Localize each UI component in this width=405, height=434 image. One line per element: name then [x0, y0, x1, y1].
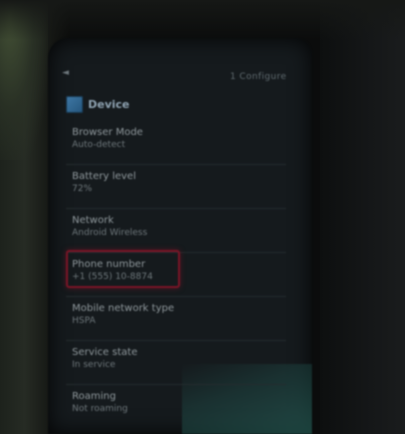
- setting-subtitle: Auto-detect: [72, 140, 126, 150]
- setting-network[interactable]: Network Android Wireless: [72, 214, 277, 254]
- divider: [66, 384, 286, 385]
- background-top: [0, 0, 405, 40]
- top-bar: ◄ 1 Configure: [48, 38, 312, 82]
- setting-subtitle: In service: [72, 360, 116, 370]
- page-header: Device: [66, 94, 246, 114]
- setting-subtitle: HSPA: [72, 316, 96, 326]
- setting-title: Battery level: [72, 171, 136, 182]
- setting-subtitle: 72%: [72, 184, 93, 194]
- divider: [66, 340, 286, 341]
- background-right: [320, 0, 405, 434]
- setting-subtitle: Not roaming: [72, 404, 128, 414]
- divider: [66, 208, 286, 209]
- setting-service-state[interactable]: Service state In service: [72, 346, 277, 386]
- phone-screen: ◄ 1 Configure Device Browser Mode Auto-d…: [48, 38, 312, 434]
- page-title: Device: [88, 97, 130, 111]
- setting-mobile-network-type[interactable]: Mobile network type HSPA: [72, 302, 277, 342]
- divider: [66, 164, 286, 165]
- setting-browser-mode[interactable]: Browser Mode Auto-detect: [72, 126, 277, 166]
- setting-roaming[interactable]: Roaming Not roaming: [72, 390, 277, 430]
- settings-app-icon: [66, 95, 83, 113]
- divider: [66, 296, 286, 297]
- setting-title: Roaming: [72, 391, 116, 402]
- setting-title: Browser Mode: [72, 127, 143, 138]
- setting-title: Network: [72, 215, 114, 226]
- topbar-action[interactable]: 1 Configure: [230, 72, 287, 82]
- setting-title: Service state: [72, 347, 138, 358]
- setting-subtitle: Android Wireless: [72, 228, 148, 238]
- setting-title: Mobile network type: [72, 303, 175, 314]
- highlight-box: [66, 250, 180, 288]
- setting-battery-level[interactable]: Battery level 72%: [72, 170, 277, 210]
- back-arrow-icon[interactable]: ◄: [62, 68, 69, 78]
